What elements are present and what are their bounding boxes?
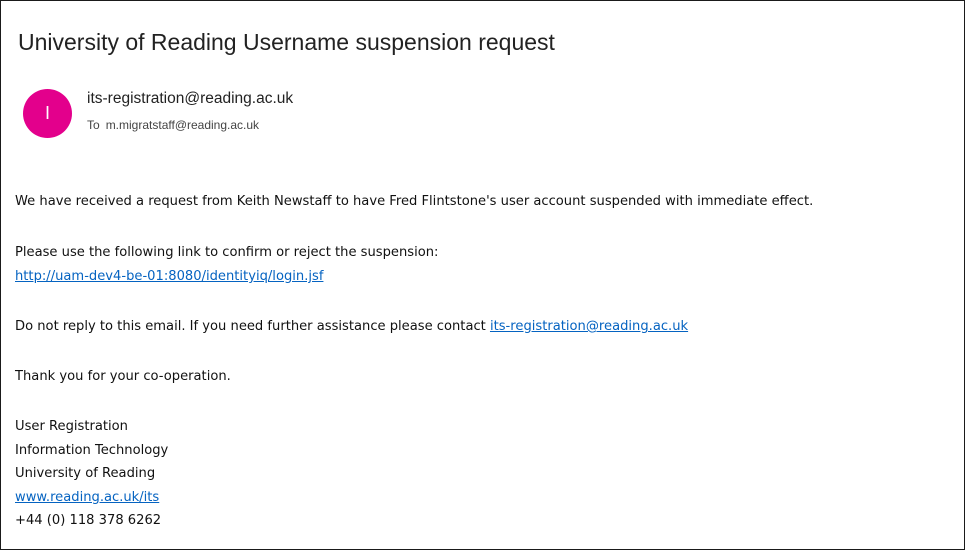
signature-line-1: User Registration <box>15 419 128 434</box>
signature-phone: +44 (0) 118 378 6262 <box>15 513 162 528</box>
signature-line-3: University of Reading <box>15 466 156 481</box>
signature-website-line: www.reading.ac.uk/its <box>15 490 159 505</box>
contact-text: Do not reply to this email. If you need … <box>15 319 490 334</box>
sender-address[interactable]: its-registration@reading.ac.uk <box>87 90 293 108</box>
confirm-suspension-link[interactable]: http://uam-dev4-be-01:8080/identityiq/lo… <box>15 269 323 284</box>
email-window: University of Reading Username suspensio… <box>0 0 965 550</box>
body-paragraph-contact: Do not reply to this email. If you need … <box>15 319 688 334</box>
sender-avatar[interactable]: I <box>23 89 72 138</box>
recipient-address[interactable]: m.migratstaff@reading.ac.uk <box>106 118 259 132</box>
signature-line-2: Information Technology <box>15 443 169 458</box>
confirm-link-line: http://uam-dev4-be-01:8080/identityiq/lo… <box>15 269 323 284</box>
contact-email-link[interactable]: its-registration@reading.ac.uk <box>490 319 688 334</box>
recipient-label: To <box>87 118 100 132</box>
body-paragraph-instruction: Please use the following link to confirm… <box>15 245 439 260</box>
website-link[interactable]: www.reading.ac.uk/its <box>15 490 159 505</box>
body-paragraph-thanks: Thank you for your co-operation. <box>15 369 231 384</box>
recipient-line: To m.migratstaff@reading.ac.uk <box>87 118 259 132</box>
email-subject: University of Reading Username suspensio… <box>18 29 555 55</box>
avatar-initial: I <box>44 103 50 123</box>
body-paragraph-request: We have received a request from Keith Ne… <box>15 194 814 209</box>
